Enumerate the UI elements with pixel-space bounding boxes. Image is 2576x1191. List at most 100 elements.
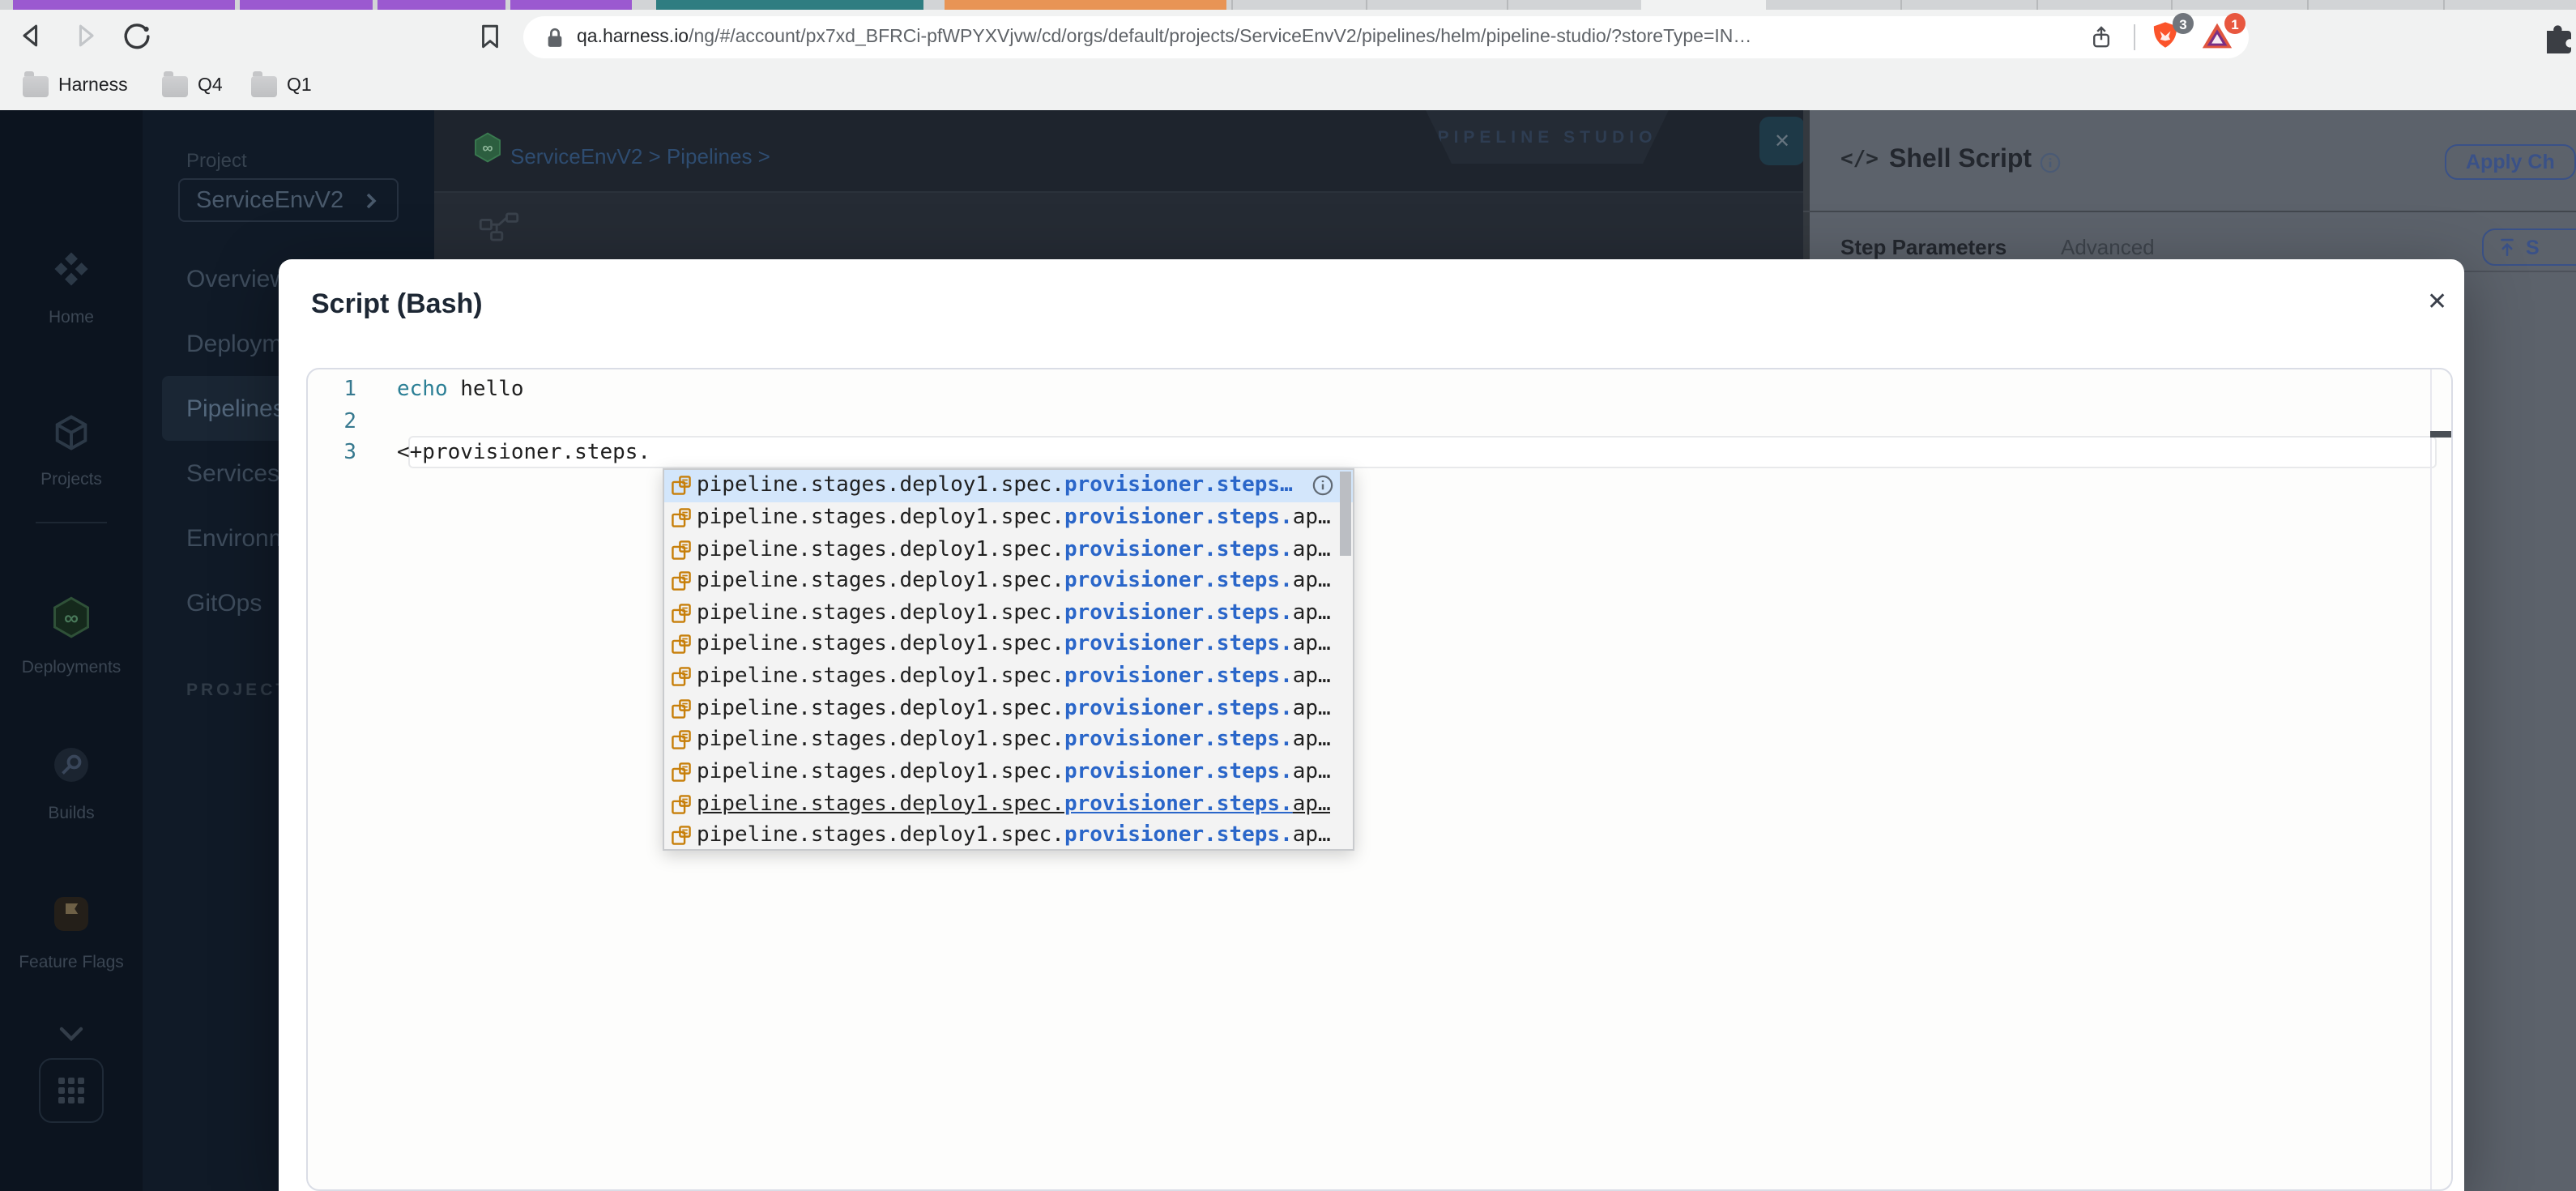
- panel-divider: [1803, 211, 2576, 212]
- suggestion-item[interactable]: pipeline.stages.deploy1.spec.provisioner…: [664, 566, 1353, 597]
- field-icon: [671, 825, 697, 846]
- info-icon[interactable]: [2040, 152, 2061, 173]
- script-bash-modal: Script (Bash) ✕ 1 echo hello 2 3 <+provi…: [279, 259, 2464, 1191]
- forward-icon: [79, 24, 94, 47]
- builds-icon: [54, 748, 88, 782]
- lock-icon: [548, 27, 562, 46]
- bookmark-panel-button[interactable]: [470, 16, 509, 55]
- editor-line: 3 <+provisioner.steps.: [308, 438, 2451, 469]
- browser-tab[interactable]: [1641, 0, 1766, 10]
- suggestion-item[interactable]: pipeline.stages.deploy1.spec.provisioner…: [664, 693, 1353, 724]
- browser-tab[interactable]: [240, 0, 373, 10]
- brave-rewards-button[interactable]: 1: [2200, 13, 2245, 55]
- module-nav: Home Projects ∞ Deployments Builds Featu…: [0, 110, 143, 1191]
- suggestion-item[interactable]: pipeline.stages.deploy1.spec.provisioner…: [664, 597, 1353, 629]
- shell-script-icon: </>: [1840, 147, 1879, 172]
- module-picker-button[interactable]: [39, 1058, 104, 1123]
- bookmark-label: Harness: [58, 76, 128, 96]
- suggestion-text: pipeline.stages.deploy1.spec.provisioner…: [697, 759, 1331, 784]
- deployments-icon: ∞: [53, 596, 89, 638]
- sidebar-item-home[interactable]: Home: [0, 246, 143, 327]
- url-bar[interactable]: qa.harness.io/ng/#/account/px7xd_BFRCi-p…: [523, 13, 2249, 58]
- field-icon: [671, 666, 697, 687]
- url-path: /ng/#/account/px7xd_BFRCi-pfWPYXVjvw/cd/…: [689, 28, 1752, 47]
- nav-label: Feature Flags: [19, 953, 124, 972]
- sidebar-item-deployments[interactable]: ∞ Deployments: [0, 593, 143, 677]
- close-icon: ✕: [1773, 130, 1791, 152]
- suggestion-item[interactable]: pipeline.stages.deploy1.spec.provisioner…: [664, 788, 1353, 820]
- suggestion-info-icon[interactable]: [1312, 475, 1333, 504]
- url-text: qa.harness.io/ng/#/account/px7xd_BFRCi-p…: [577, 28, 2082, 47]
- bookmark-item[interactable]: Harness: [23, 70, 128, 102]
- suggestion-item[interactable]: pipeline.stages.deploy1.spec.provisioner…: [664, 629, 1353, 660]
- pipeline-studio-banner: PIPELINE STUDIO: [1426, 110, 1669, 164]
- suggestion-item[interactable]: pipeline.stages.deploy1.spec.provisioner…: [664, 820, 1353, 849]
- studio-close-button[interactable]: ✕: [1759, 117, 1805, 165]
- tab-separator: [2443, 0, 2445, 10]
- field-icon: [671, 507, 697, 528]
- bookmark-item[interactable]: Q1: [251, 70, 312, 102]
- browser-tab[interactable]: [377, 0, 505, 10]
- forward-button[interactable]: [65, 16, 104, 55]
- tab-separator: [1366, 0, 1367, 10]
- nav-expand-chevron[interactable]: [0, 1022, 143, 1052]
- brave-shields-button[interactable]: 3: [2148, 13, 2194, 55]
- project-footer-label: PROJECT: [186, 681, 290, 700]
- overview-ruler-cursor: [2430, 431, 2451, 438]
- modal-title: Script (Bash): [311, 288, 483, 319]
- nav-divider: [36, 522, 107, 523]
- tab-separator: [2036, 0, 2038, 10]
- browser-tab[interactable]: [510, 0, 632, 10]
- extensions-button[interactable]: [2540, 16, 2576, 55]
- browser-tab[interactable]: [656, 0, 923, 10]
- screen: qa.harness.io/ng/#/account/px7xd_BFRCi-p…: [0, 0, 2576, 1191]
- close-icon: ✕: [2427, 288, 2448, 316]
- field-icon: [671, 603, 697, 624]
- autocomplete-dropdown: pipeline.stages.deploy1.spec.provisioner…: [663, 468, 1354, 851]
- suggestion-item[interactable]: pipeline.stages.deploy1.spec.provisioner…: [664, 756, 1353, 788]
- tab-step-parameters[interactable]: Step Parameters: [1840, 235, 2007, 259]
- field-icon: [671, 762, 697, 783]
- dropdown-scrollbar[interactable]: [1340, 472, 1351, 556]
- url-domain: qa.harness.io: [577, 28, 689, 47]
- modal-close-button[interactable]: ✕: [2427, 287, 2447, 316]
- script-code-editor[interactable]: 1 echo hello 2 3 <+provisioner.steps.: [306, 368, 2453, 1191]
- browser-tab-strip[interactable]: [0, 0, 2576, 10]
- suggestion-item[interactable]: pipeline.stages.deploy1.spec.provisioner…: [664, 470, 1353, 502]
- pipeline-graph-icon: [479, 212, 519, 241]
- suggestion-item[interactable]: pipeline.stages.deploy1.spec.provisioner…: [664, 502, 1353, 533]
- editor-line: 1 echo hello: [308, 374, 2451, 406]
- reload-button[interactable]: [117, 16, 156, 55]
- suggestion-text: pipeline.stages.deploy1.spec.provisioner…: [697, 728, 1331, 753]
- browser-tab[interactable]: [945, 0, 1226, 10]
- browser-tab[interactable]: [13, 0, 235, 10]
- suggestion-text: pipeline.stages.deploy1.spec.provisioner…: [697, 537, 1331, 562]
- sidebar-item-builds[interactable]: Builds: [0, 742, 143, 823]
- suggestion-item[interactable]: pipeline.stages.deploy1.spec.provisioner…: [664, 534, 1353, 566]
- tab-separator: [2171, 0, 2173, 10]
- suggestion-item[interactable]: pipeline.stages.deploy1.spec.provisioner…: [664, 661, 1353, 693]
- apply-changes-button[interactable]: Apply Ch: [2445, 144, 2576, 180]
- chevron-down-icon: [59, 1027, 83, 1042]
- tab-separator: [2307, 0, 2309, 10]
- bookmark-item[interactable]: Q4: [162, 70, 223, 102]
- line-code: <+provisioner.steps.: [397, 441, 651, 466]
- sidebar-item-feature-flags[interactable]: Feature Flags: [0, 891, 143, 972]
- breadcrumb[interactable]: ServiceEnvV2 > Pipelines >: [510, 144, 770, 169]
- suggestion-item[interactable]: pipeline.stages.deploy1.spec.provisioner…: [664, 724, 1353, 756]
- sidebar-item-projects[interactable]: Projects: [0, 412, 143, 489]
- tab-advanced[interactable]: Advanced: [2061, 235, 2155, 259]
- nav-label: Builds: [48, 804, 95, 823]
- back-button[interactable]: [13, 16, 52, 55]
- suggestion-text: pipeline.stages.deploy1.spec.provisioner…: [697, 664, 1331, 689]
- bookmark-label: Q4: [198, 76, 223, 96]
- project-name: ServiceEnvV2: [196, 187, 344, 213]
- tab-separator: [1507, 0, 1508, 10]
- browser-toolbar: qa.harness.io/ng/#/account/px7xd_BFRCi-p…: [0, 10, 2576, 62]
- share-button[interactable]: [2082, 18, 2121, 57]
- suggestion-text: pipeline.stages.deploy1.spec.provisioner…: [697, 569, 1331, 594]
- field-icon: [671, 539, 697, 560]
- save-as-template-button[interactable]: S: [2482, 228, 2576, 266]
- project-selector[interactable]: ServiceEnvV2: [178, 178, 399, 222]
- field-icon: [671, 570, 697, 591]
